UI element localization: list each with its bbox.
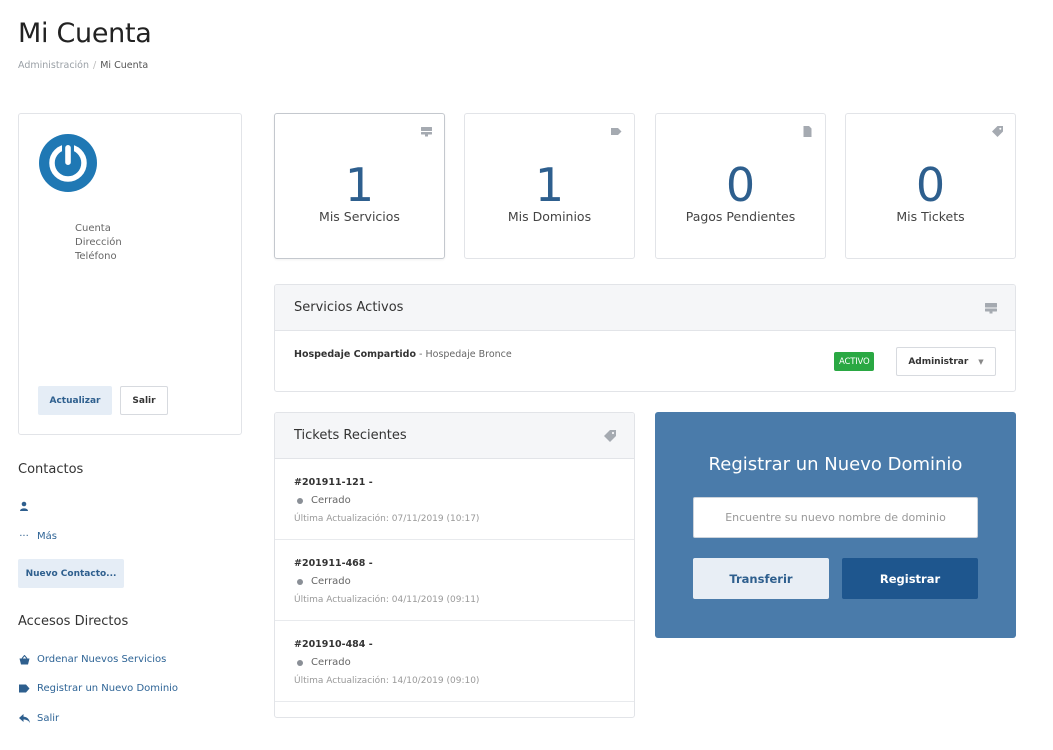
shortcut-register-domain[interactable]: Registrar un Nuevo Dominio [18, 683, 178, 694]
register-domain-box: Registrar un Nuevo Dominio Transferir Re… [655, 412, 1016, 638]
recent-tickets-panel: Tickets Recientes #201911-121 - Cerrado … [274, 412, 635, 718]
ellipsis-icon: ··· [19, 531, 29, 542]
power-logo-icon [39, 134, 97, 192]
tile-count: 0 [915, 158, 946, 212]
ticket-status: Cerrado [297, 657, 351, 668]
service-product: Hospedaje Compartido [294, 349, 417, 360]
document-icon [803, 126, 812, 137]
user-icon [18, 501, 30, 511]
breadcrumb: Administración / Mi Cuenta [18, 60, 148, 71]
ticket-id: #201911-468 - [294, 558, 373, 569]
page-title: Mi Cuenta [18, 18, 152, 49]
ticket-status-label: Cerrado [311, 495, 351, 506]
tile-count: 1 [344, 158, 375, 212]
ticket-status: Cerrado [297, 495, 351, 506]
status-dot-icon [297, 497, 303, 504]
shortcut-label: Registrar un Nuevo Dominio [37, 683, 179, 694]
shortcut-label: Salir [37, 713, 60, 724]
ticket-updated: Última Actualización: 04/11/2019 (09:11) [294, 595, 480, 605]
profile-field-address: Dirección [75, 237, 122, 248]
service-plan: Hospedaje Bronce [425, 349, 512, 360]
shortcut-logout[interactable]: Salir [18, 713, 59, 724]
active-services-title: Servicios Activos [294, 300, 404, 315]
active-services-panel: Servicios Activos Hospedaje Compartido -… [274, 284, 1016, 392]
shortcuts-heading: Accesos Directos [18, 614, 129, 629]
profile-field-phone: Teléfono [75, 251, 117, 262]
profile-info: Cuenta Dirección Teléfono [75, 222, 122, 264]
service-name: Hospedaje Compartido - Hospedaje Bronce [294, 349, 512, 360]
active-services-header: Servicios Activos [275, 285, 1015, 331]
ticket-item[interactable]: #201911-121 - Cerrado Última Actualizaci… [275, 459, 634, 540]
breadcrumb-item-administracion[interactable]: Administración [18, 60, 89, 71]
transfer-button[interactable]: Transferir [693, 558, 829, 599]
ticket-updated: Última Actualización: 07/11/2019 (10:17) [294, 514, 480, 524]
server-icon [985, 303, 997, 314]
profile-field-account: Cuenta [75, 223, 111, 234]
caret-down-icon: ▼ [978, 357, 984, 366]
manage-label: Administrar [908, 356, 969, 367]
profile-card: Cuenta Dirección Teléfono Actualizar Sal… [18, 113, 242, 435]
server-icon [421, 127, 432, 137]
back-arrow-icon [18, 714, 30, 723]
service-row[interactable]: Hospedaje Compartido - Hospedaje Bronce … [275, 331, 1015, 391]
ticket-item[interactable]: #201911-468 - Cerrado Última Actualizaci… [275, 540, 634, 621]
tile-pending-payments[interactable]: 0 Pagos Pendientes [655, 113, 826, 259]
tile-count: 0 [725, 158, 756, 212]
manage-button[interactable]: Administrar ▼ [896, 347, 996, 376]
breadcrumb-item-current: Mi Cuenta [100, 60, 149, 71]
recent-tickets-header: Tickets Recientes [275, 413, 634, 459]
ticket-updated: Última Actualización: 14/10/2019 (09:10) [294, 676, 480, 686]
tile-label: Mis Tickets [896, 209, 965, 224]
domain-search-input[interactable] [693, 497, 978, 538]
ticket-icon [604, 430, 616, 442]
tile-domains[interactable]: 1 Mis Dominios [464, 113, 635, 259]
status-badge: ACTIVO [834, 352, 875, 371]
recent-tickets-title: Tickets Recientes [294, 428, 407, 443]
tile-label: Mis Servicios [319, 209, 400, 224]
ticket-item[interactable]: #201910-484 - Cerrado Última Actualizaci… [275, 621, 634, 702]
logout-button[interactable]: Salir [120, 386, 168, 415]
ticket-id: #201911-121 - [294, 477, 373, 488]
new-contact-button[interactable]: Nuevo Contacto... [18, 559, 124, 588]
register-domain-title: Registrar un Nuevo Dominio [708, 454, 963, 475]
contacts-heading: Contactos [18, 462, 84, 477]
tag-icon [18, 684, 30, 693]
tile-label: Pagos Pendientes [685, 209, 796, 224]
ticket-id: #201910-484 - [294, 639, 373, 650]
breadcrumb-separator: / [93, 60, 97, 71]
contact-item[interactable] [18, 501, 37, 511]
tile-tickets[interactable]: 0 Mis Tickets [845, 113, 1016, 259]
status-dot-icon [297, 578, 303, 585]
tag-icon [611, 128, 622, 135]
ticket-status: Cerrado [297, 576, 351, 587]
shortcut-order-services[interactable]: Ordenar Nuevos Servicios [18, 654, 166, 665]
tile-count: 1 [534, 158, 565, 212]
basket-icon [18, 654, 30, 665]
status-dot-icon [297, 659, 303, 666]
ticket-status-label: Cerrado [311, 576, 351, 587]
contacts-more-label: Más [37, 531, 57, 542]
ticket-icon [992, 126, 1003, 137]
register-button[interactable]: Registrar [842, 558, 978, 599]
update-button[interactable]: Actualizar [38, 386, 112, 415]
tile-services[interactable]: 1 Mis Servicios [274, 113, 445, 259]
tile-label: Mis Dominios [507, 209, 592, 224]
shortcut-label: Ordenar Nuevos Servicios [37, 654, 167, 665]
ticket-status-label: Cerrado [311, 657, 351, 668]
contacts-more-link[interactable]: ··· Más [18, 531, 57, 542]
